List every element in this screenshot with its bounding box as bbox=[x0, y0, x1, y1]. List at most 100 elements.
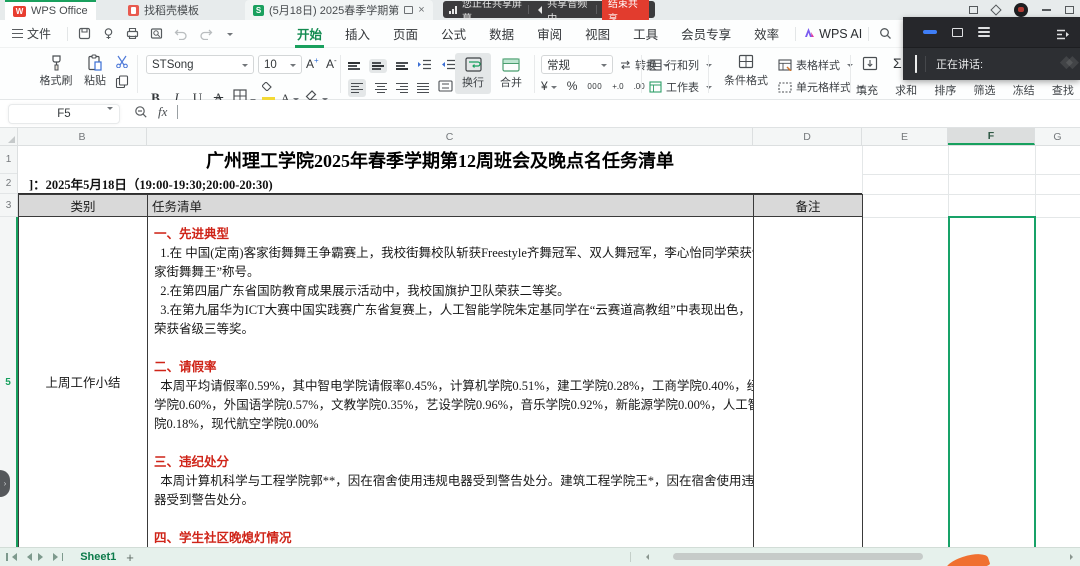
col-header-B[interactable]: B bbox=[18, 128, 147, 145]
tab-page[interactable]: 页面 bbox=[391, 20, 420, 48]
increase-indent-icon[interactable] bbox=[441, 57, 456, 75]
minimize-meeting-icon[interactable] bbox=[923, 30, 937, 34]
wps-ai-button[interactable]: WPS AI bbox=[802, 27, 862, 41]
align-middle-icon[interactable] bbox=[369, 59, 387, 74]
tab-docer-templates[interactable]: 找稻壳模板 bbox=[120, 0, 207, 20]
cell-reference-box[interactable]: F5 bbox=[8, 104, 120, 124]
distribute-icon[interactable] bbox=[438, 79, 453, 97]
align-right-icon[interactable] bbox=[396, 81, 408, 95]
sum-icon[interactable]: Σ bbox=[893, 55, 902, 71]
increase-decimal-button[interactable]: +.0 bbox=[612, 82, 623, 91]
undo-icon[interactable] bbox=[174, 28, 188, 40]
header-cell-notes[interactable]: 备注 bbox=[753, 194, 863, 217]
header-cell-category[interactable]: 类别 bbox=[18, 194, 148, 217]
tab-review[interactable]: 审阅 bbox=[535, 20, 564, 48]
scroll-left-icon[interactable] bbox=[643, 554, 649, 560]
body-cell-category[interactable]: 上周工作小结 bbox=[18, 216, 148, 548]
tab-wps-office[interactable]: W WPS Office bbox=[5, 0, 96, 20]
output-icon[interactable] bbox=[102, 27, 115, 40]
fill-icon-wrap[interactable] bbox=[862, 56, 878, 76]
body-cell-notes[interactable] bbox=[753, 216, 863, 548]
tab-member[interactable]: 会员专享 bbox=[679, 20, 733, 48]
tab-data[interactable]: 数据 bbox=[487, 20, 516, 48]
microphone-icon[interactable] bbox=[915, 55, 917, 73]
cell-style-button[interactable]: 单元格样式 bbox=[778, 79, 864, 95]
add-sheet-button[interactable]: + bbox=[126, 550, 134, 565]
copy-icon[interactable] bbox=[115, 75, 130, 89]
sheet-title-cell[interactable]: 广州理工学院2025年春季学期第12周班会及晚点名任务清单 bbox=[18, 146, 862, 174]
tab-formula[interactable]: 公式 bbox=[439, 20, 468, 48]
fx-icon[interactable]: fx bbox=[158, 104, 167, 120]
scroll-right-icon[interactable] bbox=[1070, 554, 1076, 560]
header-cell-tasks[interactable]: 任务清单 bbox=[147, 194, 754, 217]
first-sheet-icon[interactable] bbox=[6, 553, 17, 561]
number-format-select[interactable]: 常规 bbox=[541, 55, 613, 74]
tab-insert[interactable]: 插入 bbox=[343, 20, 372, 48]
close-tab-icon[interactable]: × bbox=[418, 0, 424, 20]
redo-icon[interactable] bbox=[199, 28, 213, 40]
tab-efficiency[interactable]: 效率 bbox=[752, 20, 781, 48]
justify-icon[interactable] bbox=[417, 81, 429, 95]
font-shrink-button[interactable]: A- bbox=[326, 56, 337, 71]
collapse-panel-icon[interactable] bbox=[1056, 27, 1070, 45]
paste-button[interactable]: 粘贴 bbox=[78, 54, 112, 88]
next-sheet-icon[interactable] bbox=[38, 553, 47, 561]
table-style-button[interactable]: 表格样式 bbox=[778, 57, 853, 73]
font-grow-button[interactable]: A+ bbox=[306, 56, 319, 71]
search-icon[interactable] bbox=[879, 27, 892, 40]
sheet-tab-sheet1[interactable]: Sheet1 bbox=[80, 551, 116, 563]
tab-tools[interactable]: 工具 bbox=[631, 20, 660, 48]
col-header-F[interactable]: F bbox=[948, 128, 1035, 145]
minimize-icon[interactable] bbox=[1042, 9, 1051, 11]
date-cell[interactable]: ]：2025年5月18日（19:00-19:30;20:00-20:30) bbox=[18, 174, 862, 194]
participant-list-icon[interactable] bbox=[978, 25, 990, 39]
conditional-format-button[interactable]: 条件格式 bbox=[718, 54, 774, 88]
cut-icon[interactable] bbox=[115, 55, 129, 68]
float-window-icon[interactable] bbox=[404, 6, 413, 14]
row-header-2[interactable]: 2 bbox=[0, 174, 17, 194]
body-cell-tasks[interactable]: 一、先进典型 1.在 中国(定南)客家街舞舞王争霸赛上，我校街舞校队斩获Free… bbox=[147, 216, 754, 548]
file-menu-button[interactable]: 文件 bbox=[0, 25, 61, 42]
new-window-icon[interactable] bbox=[969, 6, 978, 14]
format-painter-button[interactable]: 格式刷 bbox=[38, 54, 74, 88]
save-icon[interactable] bbox=[78, 27, 91, 40]
font-name-select[interactable]: STSong bbox=[146, 55, 254, 74]
restore-meeting-icon[interactable] bbox=[952, 28, 963, 37]
last-sheet-icon[interactable] bbox=[53, 553, 64, 561]
user-avatar[interactable] bbox=[1014, 3, 1028, 17]
row-header-1[interactable]: 1 bbox=[0, 146, 17, 174]
prev-sheet-icon[interactable] bbox=[23, 553, 32, 561]
chevron-down-icon[interactable] bbox=[227, 33, 233, 39]
tab-home[interactable]: 开始 bbox=[295, 20, 324, 48]
select-all-corner[interactable] bbox=[0, 128, 18, 146]
rows-cols-button[interactable]: 行和列 bbox=[649, 57, 712, 73]
formula-input[interactable] bbox=[177, 105, 178, 119]
workspace-icon[interactable] bbox=[990, 4, 1001, 15]
horizontal-scrollbar-thumb[interactable] bbox=[673, 553, 923, 560]
col-header-D[interactable]: D bbox=[753, 128, 862, 145]
align-bottom-icon[interactable] bbox=[396, 61, 408, 72]
restore-window-icon[interactable] bbox=[1065, 6, 1074, 14]
print-icon[interactable] bbox=[126, 27, 139, 40]
col-header-E[interactable]: E bbox=[862, 128, 948, 145]
worksheet-button[interactable]: 工作表 bbox=[649, 79, 712, 95]
decrease-indent-icon[interactable] bbox=[417, 57, 432, 75]
merge-cells-button[interactable]: 合并 bbox=[494, 53, 528, 94]
col-header-C[interactable]: C bbox=[147, 128, 753, 145]
col-header-G[interactable]: G bbox=[1035, 128, 1080, 145]
align-top-icon[interactable] bbox=[348, 61, 360, 72]
selected-cell-F5[interactable] bbox=[948, 216, 1036, 550]
zoom-formula-icon[interactable] bbox=[134, 105, 148, 119]
wrap-text-button[interactable]: 换行 bbox=[455, 53, 491, 94]
currency-button[interactable]: ¥ bbox=[541, 79, 557, 93]
align-left-icon[interactable] bbox=[348, 79, 366, 97]
decrease-decimal-button[interactable]: .00 bbox=[634, 82, 645, 91]
horizontal-scrollbar[interactable] bbox=[658, 553, 1058, 561]
align-center-icon[interactable] bbox=[375, 81, 387, 95]
percent-button[interactable]: % bbox=[567, 79, 578, 93]
tab-view[interactable]: 视图 bbox=[583, 20, 612, 48]
row-header-3[interactable]: 3 bbox=[0, 194, 17, 217]
comma-style-button[interactable]: 000 bbox=[587, 82, 602, 91]
print-preview-icon[interactable] bbox=[150, 27, 163, 40]
font-size-select[interactable]: 10 bbox=[258, 55, 302, 74]
